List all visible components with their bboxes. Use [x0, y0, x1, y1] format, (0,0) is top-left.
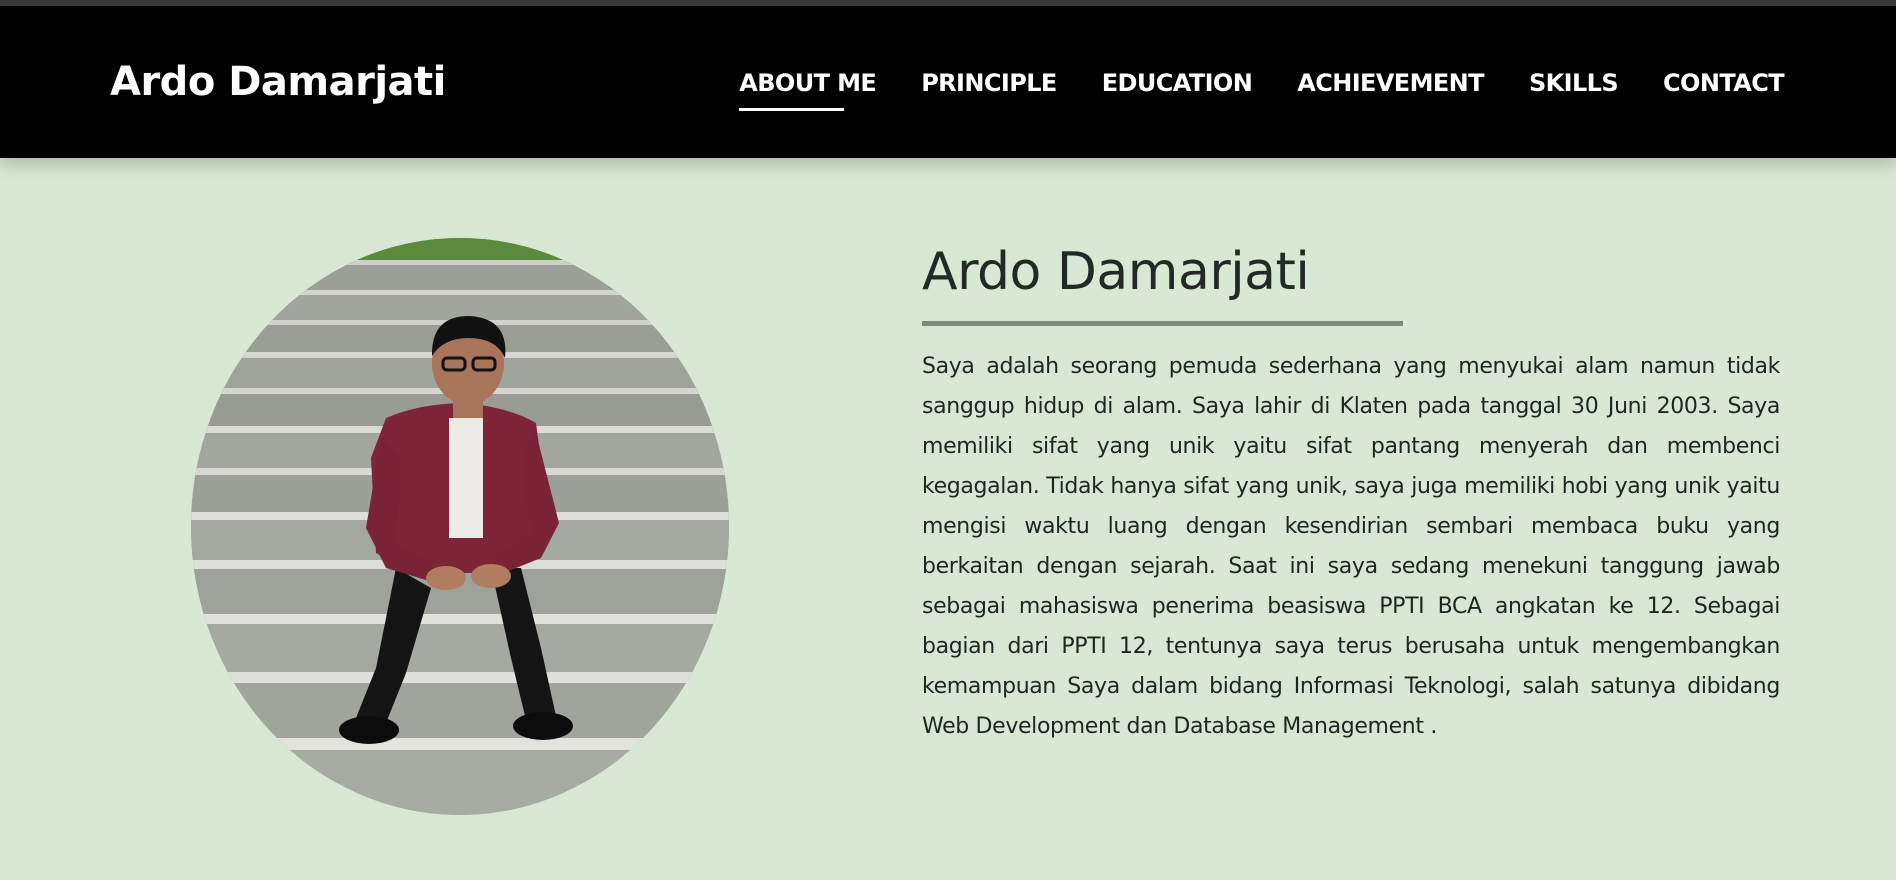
nav-item-about-me[interactable]: ABOUT ME: [739, 68, 877, 111]
about-title: Ardo Damarjati: [922, 242, 1310, 302]
nav-item-achievement[interactable]: ACHIEVEMENT: [1297, 68, 1484, 98]
site-brand[interactable]: Ardo Damarjati: [110, 58, 446, 106]
nav-item-education[interactable]: EDUCATION: [1102, 68, 1253, 98]
title-divider: [922, 321, 1403, 326]
about-section: Ardo Damarjati Saya adalah seorang pemud…: [922, 240, 1780, 747]
about-bio: Saya adalah seorang pemuda sederhana yan…: [922, 354, 1780, 739]
nav-item-contact[interactable]: CONTACT: [1663, 68, 1785, 98]
nav-menu: ABOUT ME PRINCIPLE EDUCATION ACHIEVEMENT…: [739, 68, 1785, 111]
nav-item-principle[interactable]: PRINCIPLE: [921, 68, 1057, 98]
nav-item-skills[interactable]: SKILLS: [1529, 68, 1619, 98]
profile-photo: [191, 238, 729, 815]
navbar: Ardo Damarjati ABOUT ME PRINCIPLE EDUCAT…: [0, 6, 1896, 158]
